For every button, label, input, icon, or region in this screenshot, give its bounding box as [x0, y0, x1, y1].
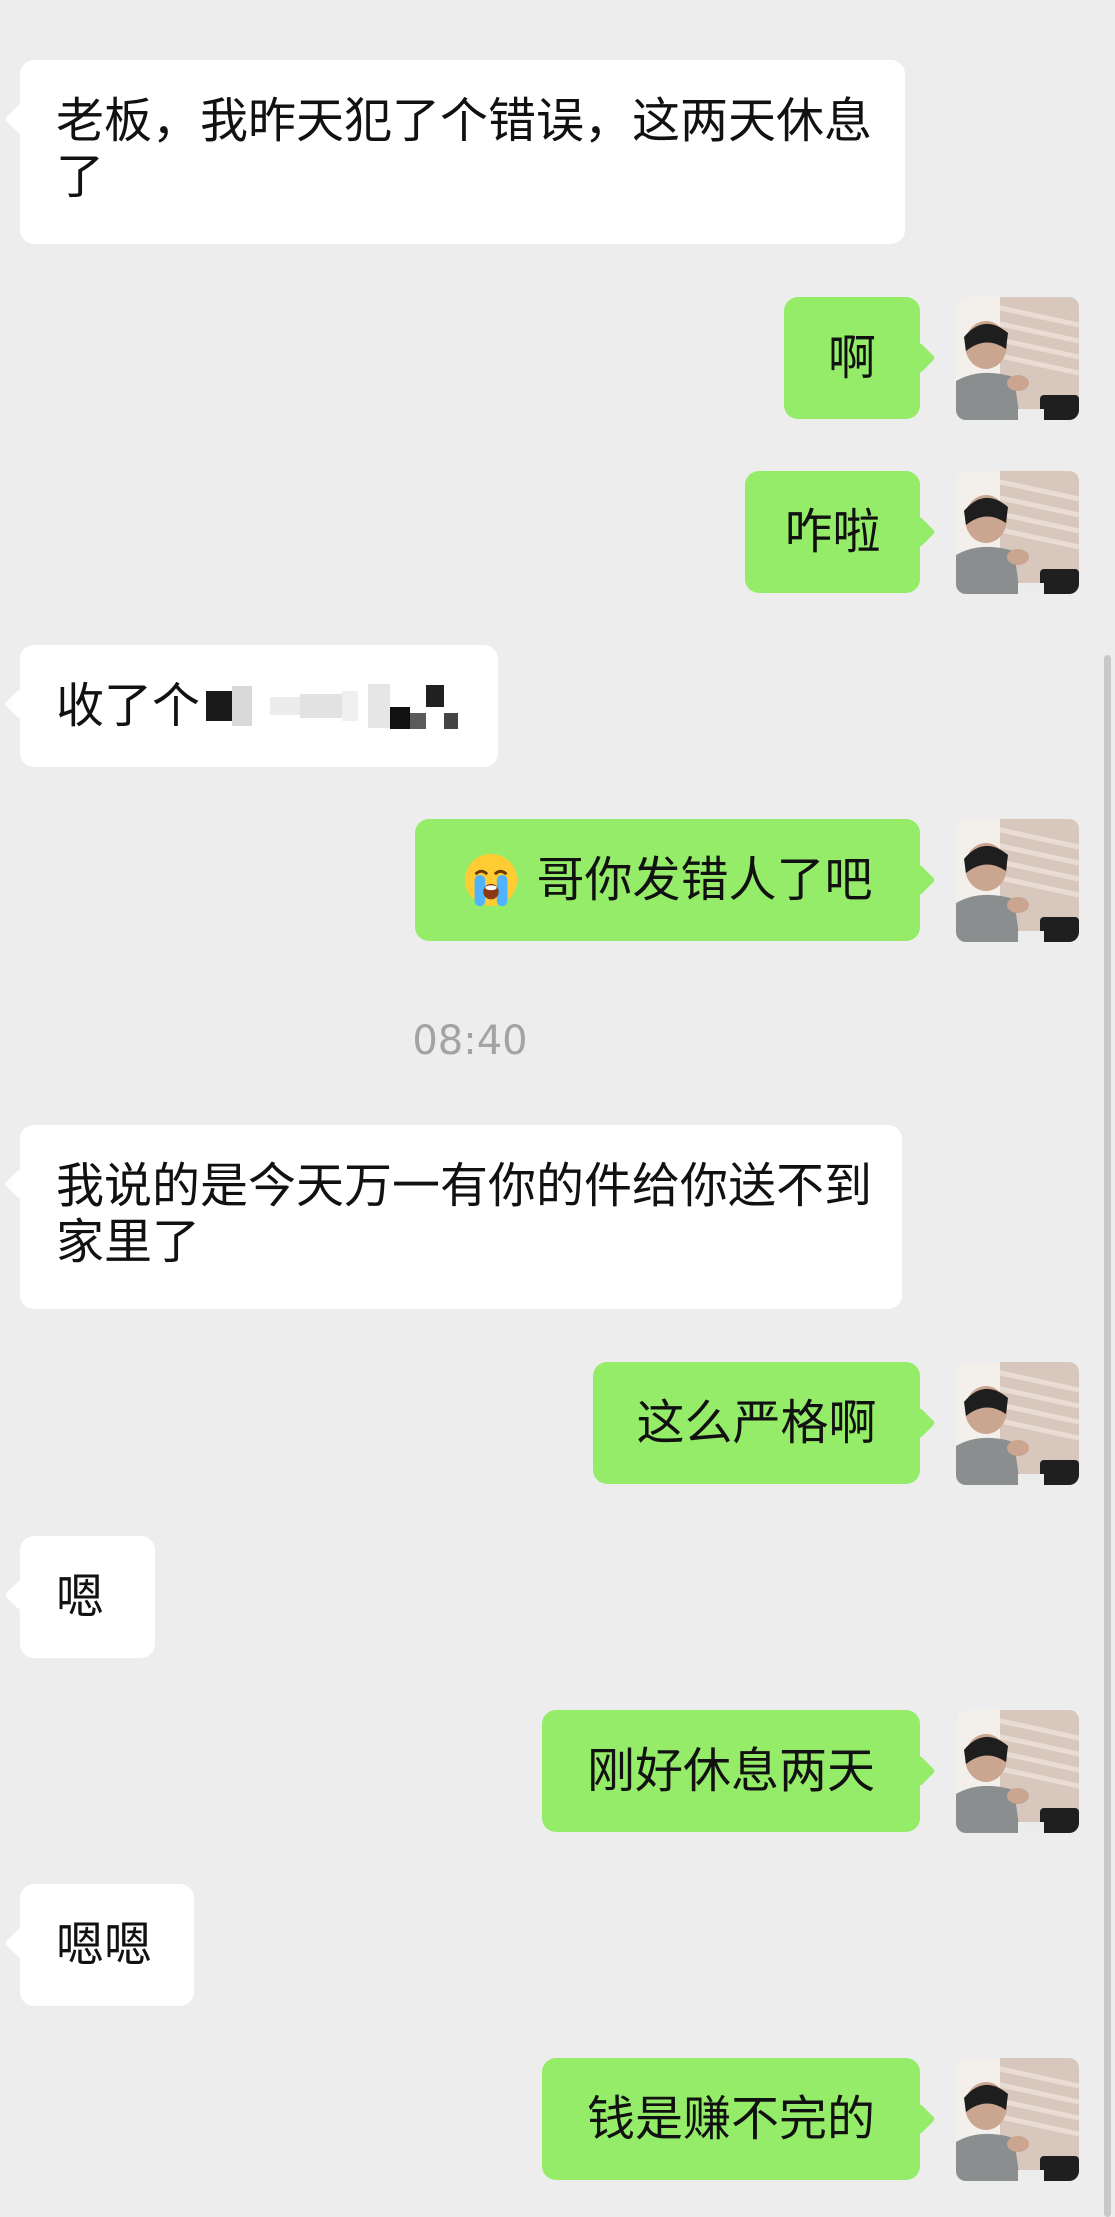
avatar[interactable] — [956, 471, 1079, 594]
message-text: 这么严格啊 — [636, 1395, 877, 1451]
message-bubble-incoming[interactable]: 嗯 — [20, 1536, 155, 1658]
message-bubble-outgoing[interactable]: 哥你发错人了吧 — [415, 819, 920, 941]
message-text: 哥你发错人了吧 — [536, 852, 873, 908]
message-text: 老板，我昨天犯了个错误，这两天休息了 — [56, 93, 873, 205]
avatar[interactable] — [956, 1710, 1079, 1833]
avatar-photo-icon — [956, 297, 1079, 420]
avatar-photo-icon — [956, 471, 1079, 594]
message-text: 啊 — [827, 330, 876, 386]
redacted-text-mosaic — [200, 678, 459, 734]
avatar[interactable] — [956, 297, 1079, 420]
avatar-photo-icon — [956, 819, 1079, 942]
message-bubble-incoming[interactable]: 我说的是今天万一有你的件给你送不到家里了 — [20, 1125, 902, 1309]
message-text: 收了个 — [56, 678, 201, 734]
message-text: 钱是赚不完的 — [586, 2091, 875, 2147]
avatar[interactable] — [956, 2058, 1079, 2181]
message-text: 我说的是今天万一有你的件给你送不到家里了 — [56, 1158, 873, 1270]
message-timestamp: 08:40 — [412, 1018, 528, 1064]
message-text: 嗯 — [56, 1569, 105, 1625]
message-text: 嗯嗯 — [56, 1917, 153, 1973]
message-bubble-outgoing[interactable]: 啊 — [784, 297, 920, 419]
message-bubble-outgoing[interactable]: 钱是赚不完的 — [542, 2058, 920, 2180]
message-bubble-incoming[interactable]: 嗯嗯 — [20, 1884, 194, 2006]
message-bubble-outgoing[interactable]: 刚好休息两天 — [542, 1710, 920, 1832]
message-text: 咋啦 — [784, 504, 881, 560]
chat-view[interactable]: 老板，我昨天犯了个错误，这两天休息了 啊 咋啦 收了个 哥你发错人了吧 08:4… — [0, 0, 1115, 2217]
avatar-photo-icon — [956, 1362, 1079, 1485]
message-bubble-incoming[interactable]: 老板，我昨天犯了个错误，这两天休息了 — [20, 60, 905, 244]
scrollbar[interactable] — [1104, 655, 1111, 2217]
message-bubble-outgoing[interactable]: 咋啦 — [745, 471, 920, 593]
avatar-photo-icon — [956, 1710, 1079, 1833]
avatar[interactable] — [956, 819, 1079, 942]
message-bubble-incoming[interactable]: 收了个 — [20, 645, 498, 767]
loudly-crying-face-icon — [465, 853, 518, 907]
message-bubble-outgoing[interactable]: 这么严格啊 — [593, 1362, 920, 1484]
avatar[interactable] — [956, 1362, 1079, 1485]
message-text: 刚好休息两天 — [586, 1743, 875, 1799]
avatar-photo-icon — [956, 2058, 1079, 2181]
